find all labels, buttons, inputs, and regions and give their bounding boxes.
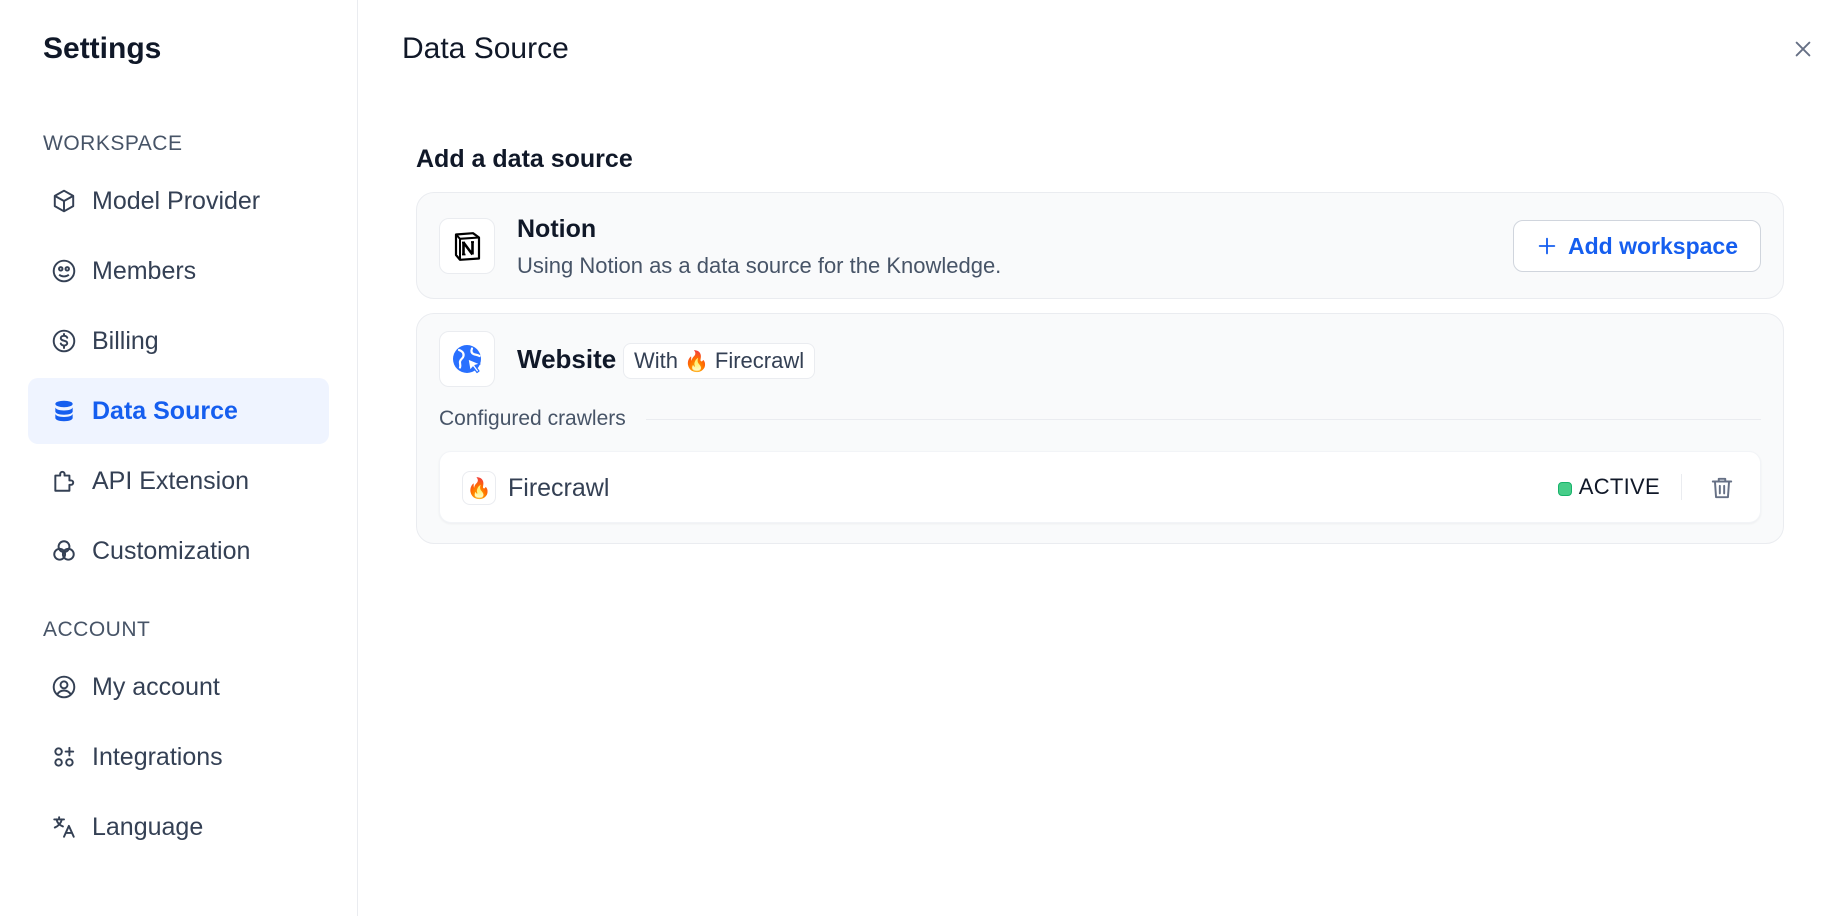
sidebar-item-members[interactable]: Members [28, 238, 329, 304]
status-badge: ACTIVE [1578, 474, 1660, 499]
user-circle-icon [50, 673, 78, 701]
account-section-label: ACCOUNT [43, 618, 151, 641]
page-title: Data Source [402, 32, 569, 65]
website-title: Website [517, 344, 617, 374]
sidebar-item-label: Members [92, 256, 197, 285]
close-icon [1795, 41, 1811, 57]
cube-icon [50, 187, 78, 215]
sidebar-item-billing[interactable]: Billing [28, 308, 329, 374]
add-workspace-button[interactable]: Add workspace [1513, 220, 1761, 272]
notion-card: Notion Using Notion as a data source for… [416, 192, 1784, 299]
sidebar-item-label: Model Provider [92, 186, 261, 215]
configured-crawlers-label: Configured crawlers [439, 407, 626, 430]
website-card: Website With 🔥 Firecrawl Configured craw… [416, 313, 1784, 544]
sidebar-item-label: My account [92, 672, 220, 701]
configured-crawlers-header: Configured crawlers [439, 407, 1761, 431]
sidebar-item-data-source[interactable]: Data Source [28, 378, 329, 444]
settings-modal: Settings WORKSPACE Model Provider Member… [0, 0, 1836, 916]
notion-description: Using Notion as a data source for the Kn… [517, 253, 1002, 278]
sidebar-item-label: API Extension [92, 466, 250, 495]
sidebar-item-my-account[interactable]: My account [28, 654, 329, 720]
sidebar-title: Settings [43, 32, 162, 65]
sidebar-item-label: Integrations [92, 742, 223, 771]
add-workspace-label: Add workspace [1568, 232, 1738, 259]
section-heading: Add a data source [416, 145, 633, 173]
notion-title: Notion [517, 215, 597, 243]
integrations-icon [50, 743, 78, 771]
provider-badge: With 🔥 Firecrawl [623, 343, 816, 379]
members-icon [50, 257, 78, 285]
sidebar-item-label: Billing [92, 326, 159, 355]
sidebar-item-customization[interactable]: Customization [28, 518, 329, 584]
sidebar-item-model-provider[interactable]: Model Provider [28, 168, 329, 234]
plus-icon [1538, 237, 1556, 255]
sidebar-item-language[interactable]: Language [28, 794, 329, 860]
crawler-item: 🔥 Firecrawl ACTIVE [439, 451, 1761, 523]
crawler-name: Firecrawl [508, 474, 610, 502]
divider [645, 418, 1761, 420]
sidebar-item-api-extension[interactable]: API Extension [28, 448, 329, 514]
fire-icon: 🔥 [684, 350, 709, 373]
database-icon [50, 397, 78, 425]
notion-logo-icon [439, 218, 495, 274]
badge-prefix: With [634, 348, 678, 373]
fire-icon: 🔥 [462, 471, 496, 505]
sidebar-item-label: Language [92, 812, 204, 841]
trash-icon [1711, 477, 1733, 499]
billing-icon [50, 327, 78, 355]
divider [1681, 474, 1682, 500]
settings-sidebar: Settings WORKSPACE Model Provider Member… [0, 0, 358, 916]
customization-icon [50, 537, 78, 565]
delete-crawler-button[interactable] [1706, 472, 1738, 504]
sidebar-item-integrations[interactable]: Integrations [28, 724, 329, 790]
settings-content: Data Source Add a data source Notion Usi… [358, 0, 1836, 916]
badge-provider: Firecrawl [714, 348, 805, 373]
website-globe-icon [439, 331, 495, 387]
workspace-section-label: WORKSPACE [43, 132, 183, 155]
sidebar-item-label: Data Source [92, 396, 238, 425]
close-button[interactable] [1788, 34, 1818, 64]
status-indicator-icon [1558, 482, 1572, 496]
language-icon [50, 813, 78, 841]
puzzle-icon [50, 467, 78, 495]
sidebar-item-label: Customization [92, 536, 251, 565]
